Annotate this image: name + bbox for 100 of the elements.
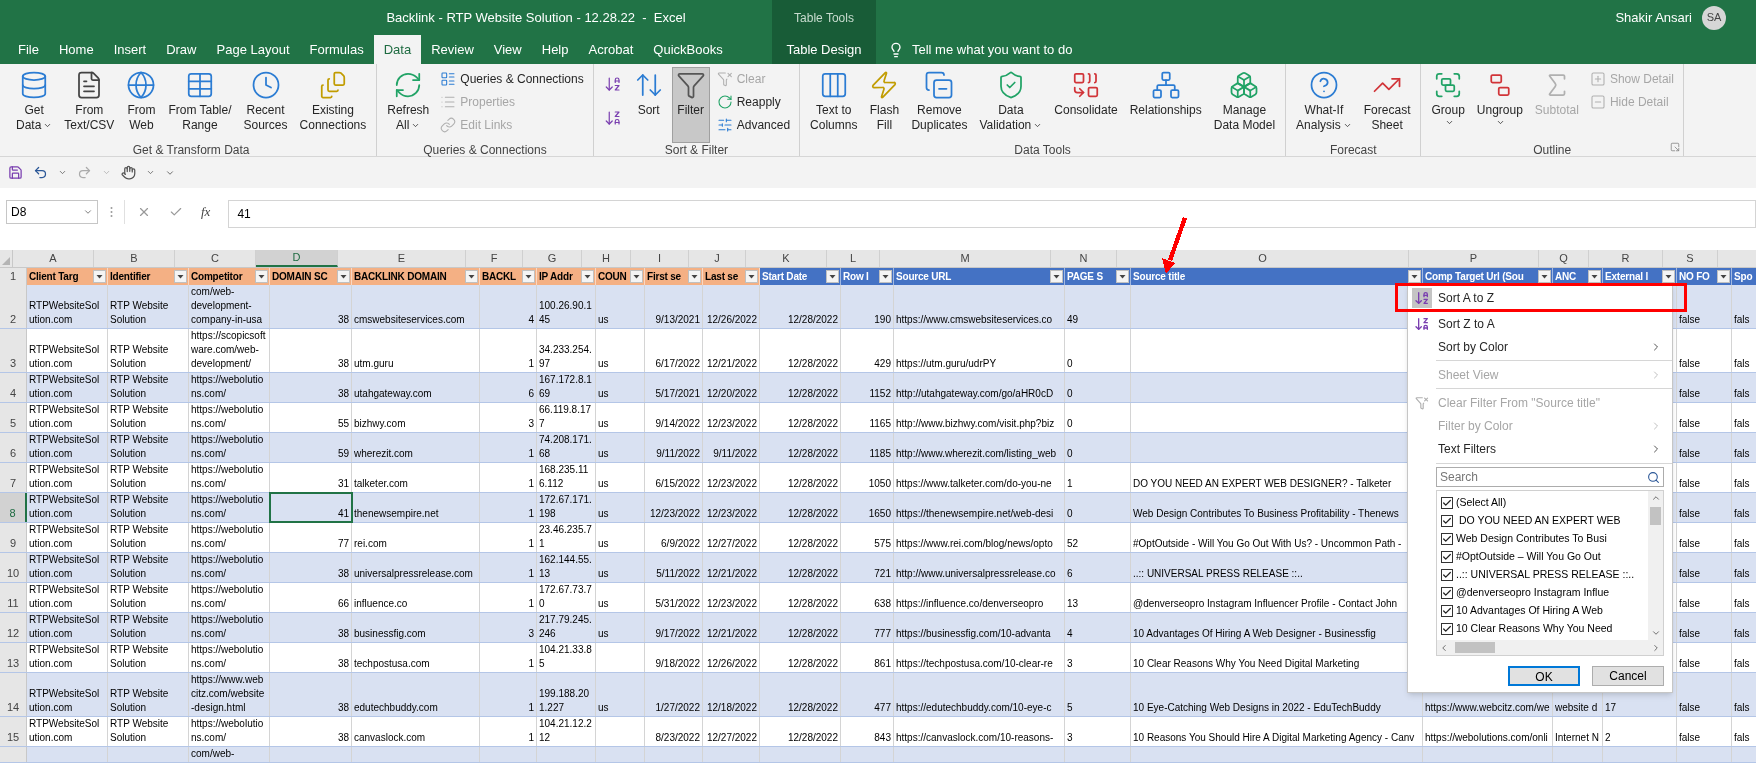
ribbon-button[interactable]: Refresh All xyxy=(383,67,434,143)
undo-icon[interactable] xyxy=(33,165,48,180)
checkbox[interactable] xyxy=(1441,587,1453,599)
scroll-left-icon[interactable] xyxy=(1439,642,1449,653)
row-header[interactable]: 13 xyxy=(0,643,27,672)
search-field[interactable]: Search xyxy=(1436,467,1664,487)
checkbox[interactable] xyxy=(1441,623,1453,635)
ribbon-button[interactable]: Remove Duplicates xyxy=(907,67,972,143)
ribbon-button[interactable]: Existing Connections xyxy=(295,67,371,143)
ribbon-button[interactable]: From Text/CSV xyxy=(60,67,119,143)
ribbon-tab[interactable]: Formulas xyxy=(299,35,374,64)
scroll-down-icon[interactable] xyxy=(1650,628,1661,638)
insert-function-button[interactable]: fx xyxy=(201,202,211,222)
name-box[interactable]: D8 xyxy=(6,200,98,224)
ribbon-tab[interactable]: Data xyxy=(373,35,422,64)
ribbon-button[interactable]: Manage Data Model xyxy=(1209,67,1280,143)
filter-dropdown-icon[interactable] xyxy=(826,270,839,283)
column-letter[interactable]: I xyxy=(631,250,689,267)
row-header[interactable]: 1 xyxy=(0,268,27,285)
column-letter[interactable]: F xyxy=(466,250,523,267)
filter-dropdown-icon[interactable] xyxy=(465,270,478,283)
ribbon-button[interactable]: From Table/ Range xyxy=(164,67,236,143)
filter-dropdown-icon[interactable] xyxy=(581,270,594,283)
filter-dropdown-icon[interactable] xyxy=(879,270,892,283)
row-header[interactable]: 14 xyxy=(0,673,27,716)
save-icon[interactable] xyxy=(8,165,23,180)
filter-value[interactable]: Web Design Contributes To Busi xyxy=(1456,531,1607,547)
ribbon-button[interactable]: Consolidate xyxy=(1050,67,1122,143)
column-letter[interactable]: D xyxy=(256,250,338,267)
row-header[interactable]: 12 xyxy=(0,613,27,642)
row-header[interactable]: 15 xyxy=(0,717,27,746)
enter-icon[interactable] xyxy=(169,205,183,219)
column-letter[interactable]: L xyxy=(827,250,880,267)
filter-value[interactable]: #OptOutside – Will You Go Out xyxy=(1456,549,1601,565)
scroll-thumb[interactable] xyxy=(1650,506,1661,525)
row-header[interactable]: 4 xyxy=(0,373,27,402)
column-letter[interactable]: G xyxy=(523,250,582,267)
column-letter[interactable]: K xyxy=(746,250,827,267)
ribbon-tab[interactable]: Draw xyxy=(156,35,207,64)
ribbon-button[interactable]: Text to Columns xyxy=(806,67,862,143)
row-header[interactable]: 6 xyxy=(0,433,27,462)
filter-value[interactable]: @denverseopro Instagram Influe xyxy=(1456,585,1610,601)
ribbon-tab[interactable]: Home xyxy=(48,35,104,64)
ribbon-tab[interactable]: View xyxy=(483,35,532,64)
menu-item[interactable]: Sort by Color xyxy=(1408,335,1672,358)
checkbox[interactable] xyxy=(1441,605,1453,617)
scroll-right-icon[interactable] xyxy=(1651,642,1661,653)
ribbon-button[interactable]: Sort xyxy=(629,67,668,143)
ribbon-button[interactable]: Group xyxy=(1427,67,1469,143)
filter-dropdown-icon[interactable] xyxy=(630,270,643,283)
column-letter[interactable]: P xyxy=(1409,250,1539,267)
ribbon-tab[interactable]: Table Design xyxy=(776,35,872,64)
row-header[interactable]: 7 xyxy=(0,463,27,492)
column-letter[interactable]: H xyxy=(582,250,631,267)
ribbon-button[interactable]: Filter xyxy=(671,67,710,143)
scroll-thumb[interactable] xyxy=(1455,642,1495,653)
ribbon-button[interactable]: Get Data xyxy=(12,67,57,143)
filter-value[interactable]: 10 Clear Reasons Why You Need xyxy=(1456,621,1613,637)
row-header[interactable]: 9 xyxy=(0,523,27,552)
filter-dropdown-icon[interactable] xyxy=(1588,270,1601,283)
row-header[interactable]: 2 xyxy=(0,285,27,328)
filter-dropdown-icon[interactable] xyxy=(255,270,268,283)
ribbon-button[interactable]: Queries & Connections xyxy=(437,67,587,90)
scroll-up-icon[interactable] xyxy=(1650,493,1661,503)
ribbon-button[interactable]: From Web xyxy=(122,67,161,143)
checkbox[interactable] xyxy=(1441,569,1453,581)
ribbon-button[interactable]: Reapply xyxy=(713,90,794,113)
horizontal-scrollbar[interactable] xyxy=(1437,640,1663,655)
checkbox[interactable] xyxy=(1441,497,1453,509)
filter-dropdown-icon[interactable] xyxy=(522,270,535,283)
ribbon-tab[interactable]: Review xyxy=(421,35,484,64)
checkbox[interactable] xyxy=(1441,533,1453,545)
filter-dropdown-icon[interactable] xyxy=(337,270,350,283)
scrollbar[interactable] xyxy=(1648,491,1663,640)
formula-field[interactable]: 41 xyxy=(228,200,1756,228)
dialog-launcher-icon[interactable] xyxy=(1669,142,1680,152)
filter-value[interactable]: ..:: UNIVERSAL PRESS RELEASE ::.. xyxy=(1456,567,1635,583)
ribbon-button[interactable]: What-If Analysis xyxy=(1292,67,1356,143)
row-header[interactable]: 11 xyxy=(0,583,27,612)
filter-dropdown-icon[interactable] xyxy=(1717,270,1730,283)
ribbon-tab[interactable]: File xyxy=(8,35,49,64)
column-letter[interactable]: E xyxy=(338,250,466,267)
ribbon-tab[interactable]: Help xyxy=(531,35,579,64)
column-letter[interactable]: Q xyxy=(1539,250,1589,267)
user-avatar[interactable]: SA xyxy=(1702,5,1726,30)
filter-value[interactable]: 10 Advantages Of Hiring A Web xyxy=(1456,603,1603,619)
filter-value[interactable]: (Select All) xyxy=(1456,495,1507,511)
dialog-button[interactable]: Cancel xyxy=(1592,666,1664,686)
filter-dropdown-icon[interactable] xyxy=(93,270,106,283)
column-letter[interactable]: N xyxy=(1051,250,1117,267)
ribbon-button[interactable]: Relationships xyxy=(1125,67,1206,143)
column-letter[interactable]: B xyxy=(94,250,175,267)
dialog-button[interactable]: OK xyxy=(1508,666,1580,686)
row-header[interactable]: 8 xyxy=(0,493,27,522)
ribbon-button[interactable]: Forecast Sheet xyxy=(1359,67,1415,143)
ribbon-tab[interactable]: Insert xyxy=(103,35,157,64)
ribbon-button[interactable]: Flash Fill xyxy=(865,67,904,143)
ribbon-button[interactable]: Ungroup xyxy=(1472,67,1527,143)
row-header[interactable]: 3 xyxy=(0,329,27,372)
cancel-icon[interactable] xyxy=(137,205,151,219)
